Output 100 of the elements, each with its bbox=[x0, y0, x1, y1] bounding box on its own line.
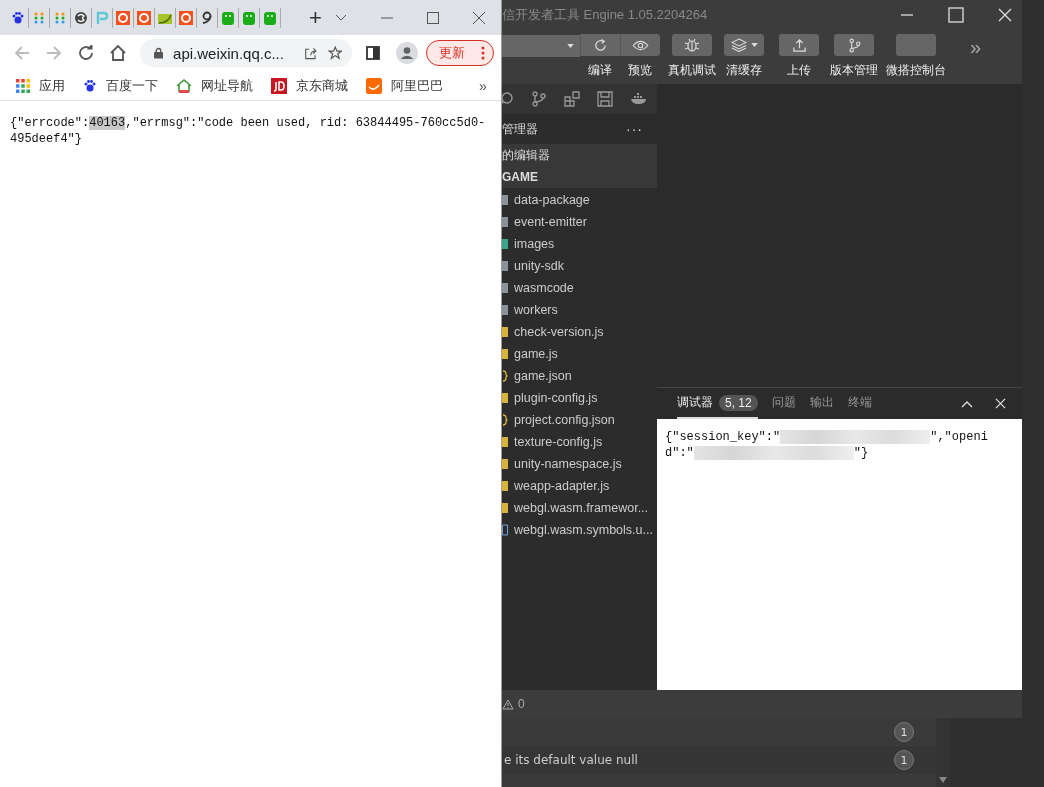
scrollbar[interactable] bbox=[936, 718, 950, 787]
file-item[interactable]: event-emitter bbox=[514, 215, 587, 229]
preview-button[interactable] bbox=[620, 34, 660, 56]
android-favicon-icon bbox=[263, 10, 277, 25]
android-favicon-icon bbox=[242, 10, 256, 25]
json-file-icon bbox=[502, 414, 508, 426]
ring-favicon-icon bbox=[179, 10, 193, 25]
bookmark[interactable]: 百度一下 bbox=[83, 76, 158, 95]
json-file-icon bbox=[502, 370, 508, 382]
window-title: 信开发者工具 Engine 1.05.2204264 bbox=[502, 6, 708, 24]
panel-tab[interactable]: 问题 bbox=[771, 388, 796, 419]
file-item[interactable]: webgl.wasm.symbols.u... bbox=[514, 523, 653, 537]
p-favicon-icon bbox=[95, 10, 109, 25]
caret-icon bbox=[567, 44, 574, 48]
section-header[interactable]: 的编辑器 bbox=[502, 144, 657, 166]
file-item[interactable]: webgl.wasm.framewor... bbox=[514, 501, 649, 515]
avatar-icon[interactable] bbox=[396, 42, 418, 64]
console-message: e its default value null bbox=[503, 753, 638, 767]
maximize-icon[interactable] bbox=[427, 11, 439, 24]
scroll-down-icon[interactable] bbox=[939, 777, 947, 783]
compile-button[interactable] bbox=[580, 34, 620, 56]
side-panel-icon[interactable] bbox=[366, 46, 380, 60]
warning-count: 0 bbox=[518, 697, 525, 711]
branch-icon[interactable] bbox=[531, 91, 547, 107]
close-icon[interactable] bbox=[473, 11, 485, 24]
tab-search-icon[interactable] bbox=[335, 14, 347, 21]
file-item[interactable]: unity-namespace.js bbox=[514, 457, 622, 471]
apps-grid-icon bbox=[16, 78, 30, 93]
save-icon[interactable] bbox=[597, 91, 613, 107]
star-icon[interactable] bbox=[327, 45, 342, 61]
js-file-icon bbox=[502, 393, 508, 403]
home-icon[interactable] bbox=[110, 45, 126, 61]
toolbar-label: 微搭控制台 bbox=[886, 62, 946, 79]
browser-tab[interactable] bbox=[155, 7, 176, 28]
folder-icon bbox=[502, 261, 508, 271]
nine-favicon-icon bbox=[200, 10, 214, 25]
more-button[interactable]: ··· bbox=[626, 121, 643, 137]
output-text: "} bbox=[853, 446, 869, 460]
ring-favicon-icon bbox=[116, 10, 130, 25]
new-tab-button[interactable]: + bbox=[309, 4, 322, 31]
file-item[interactable]: wasmcode bbox=[514, 281, 574, 295]
warning-icon bbox=[502, 698, 514, 710]
count-badge: 1 bbox=[894, 750, 914, 770]
android-favicon-icon bbox=[221, 10, 235, 25]
file-item[interactable]: workers bbox=[514, 303, 558, 317]
image-folder-icon bbox=[502, 239, 508, 249]
file-item[interactable]: texture-config.js bbox=[514, 435, 603, 449]
toolbar-label: 预览 bbox=[628, 62, 652, 79]
file-item[interactable]: weapp-adapter.js bbox=[514, 479, 610, 493]
address-bar[interactable]: api.weixin.qq.c... bbox=[140, 39, 352, 67]
output-text: {"session_key":" bbox=[665, 430, 781, 444]
more-bookmarks-button[interactable]: » bbox=[479, 77, 487, 94]
count-badge: 5, 12 bbox=[719, 394, 758, 411]
count-badge: 1 bbox=[894, 722, 914, 742]
house-icon bbox=[176, 77, 192, 94]
js-file-icon bbox=[502, 437, 508, 447]
file-item[interactable]: unity-sdk bbox=[514, 259, 565, 273]
share-icon[interactable] bbox=[303, 45, 318, 61]
file-item[interactable]: game.json bbox=[514, 369, 572, 383]
js-file-icon bbox=[502, 327, 508, 337]
blocks-icon[interactable] bbox=[564, 91, 580, 107]
cache-button[interactable] bbox=[724, 34, 764, 56]
overflow-button[interactable]: » bbox=[970, 36, 982, 59]
file-item[interactable]: plugin-config.js bbox=[514, 391, 598, 405]
bookmark[interactable]: 京东商城 bbox=[271, 76, 348, 95]
panel-tab[interactable]: 终端 bbox=[847, 388, 872, 419]
file-item[interactable]: data-package bbox=[514, 193, 590, 207]
toolbar-label: 版本管理 bbox=[830, 62, 878, 79]
upload-button[interactable] bbox=[779, 34, 819, 56]
update-button[interactable]: 更新 bbox=[426, 40, 494, 66]
folder-icon bbox=[502, 195, 508, 205]
collapse-icon[interactable] bbox=[961, 399, 973, 408]
js-file-icon bbox=[502, 459, 508, 469]
file-item[interactable]: images bbox=[514, 237, 555, 251]
bookmark[interactable]: 网址导航 bbox=[176, 76, 253, 95]
reload-icon[interactable] bbox=[78, 45, 94, 61]
layers-icon bbox=[730, 38, 747, 52]
js-file-icon bbox=[502, 349, 508, 359]
folder-icon bbox=[502, 217, 508, 227]
lock-icon bbox=[154, 47, 164, 59]
folder-header[interactable]: GAME bbox=[502, 166, 657, 188]
folder-icon bbox=[502, 283, 508, 293]
toolbar-label: 编译 bbox=[588, 62, 612, 79]
debug-button[interactable] bbox=[672, 34, 712, 56]
dots-favicon-icon bbox=[32, 10, 46, 25]
file-item[interactable]: check-version.js bbox=[514, 325, 604, 339]
ring-favicon-icon bbox=[137, 10, 151, 25]
file-item[interactable]: game.js bbox=[514, 347, 558, 361]
paw-favicon-icon bbox=[11, 10, 25, 25]
smile-logo-icon bbox=[366, 77, 382, 94]
upload-icon bbox=[791, 37, 807, 53]
panel-tab[interactable]: 输出 bbox=[809, 388, 834, 419]
bookmark[interactable]: 应用 bbox=[16, 76, 65, 95]
file-item[interactable]: project.config.json bbox=[514, 413, 615, 427]
branch-button[interactable] bbox=[834, 34, 874, 56]
branch-icon bbox=[846, 37, 862, 53]
js-file-icon bbox=[502, 481, 508, 491]
bookmark[interactable]: 阿里巴巴 bbox=[366, 76, 443, 95]
file-icon bbox=[502, 524, 508, 536]
url-text: api.weixin.qq.c... bbox=[173, 44, 284, 62]
